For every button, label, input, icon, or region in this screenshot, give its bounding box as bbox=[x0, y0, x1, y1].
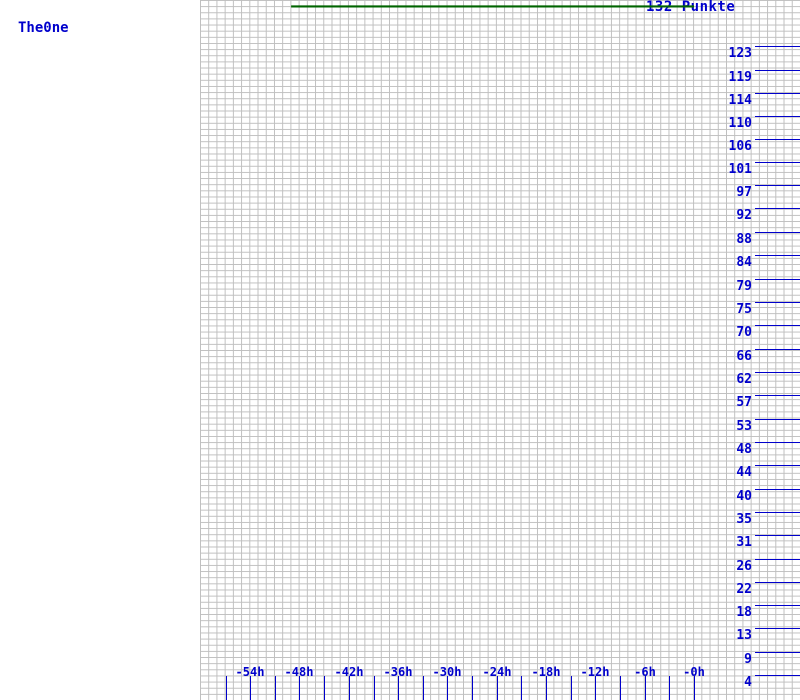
y-axis-tick-label: 26 bbox=[736, 559, 752, 574]
y-axis-tick-label: 57 bbox=[736, 395, 752, 410]
y-axis-tick-line bbox=[755, 419, 800, 420]
y-axis-tick-label: 114 bbox=[728, 93, 752, 108]
y-axis-tick-label: 88 bbox=[736, 232, 752, 247]
y-axis-tick-label: 44 bbox=[736, 465, 752, 480]
y-axis-tick-line bbox=[755, 442, 800, 443]
y-axis-tick-line bbox=[755, 512, 800, 513]
y-axis-tick-line bbox=[755, 208, 800, 209]
y-axis-tick-label: 92 bbox=[736, 208, 752, 223]
x-axis-tick-line bbox=[497, 676, 498, 700]
x-axis-tick-line bbox=[423, 676, 424, 700]
x-axis-tick-label: -18h bbox=[531, 665, 561, 679]
x-axis-tick-line bbox=[546, 676, 547, 700]
x-axis-tick-label: -24h bbox=[482, 665, 512, 679]
x-axis-tick-line bbox=[571, 676, 572, 700]
y-axis-tick-line bbox=[755, 489, 800, 490]
x-axis-tick-line bbox=[447, 676, 448, 700]
y-axis-tick-line bbox=[755, 139, 800, 140]
y-axis-tick-line bbox=[755, 582, 800, 583]
x-axis-tick-label: -36h bbox=[383, 665, 413, 679]
x-axis-tick-line bbox=[398, 676, 399, 700]
y-axis-tick-line bbox=[755, 535, 800, 536]
x-axis-tick-line bbox=[250, 676, 251, 700]
y-axis-tick-line bbox=[755, 46, 800, 47]
y-axis-tick-label: 97 bbox=[736, 185, 752, 200]
x-axis-tick-line bbox=[226, 676, 227, 700]
y-axis-tick-label: 123 bbox=[728, 46, 752, 61]
x-axis-tick-line bbox=[349, 676, 350, 700]
y-axis-tick-line bbox=[755, 559, 800, 560]
y-axis-tick-line bbox=[755, 255, 800, 256]
y-axis-tick-label: 66 bbox=[736, 349, 752, 364]
y-axis-tick-line bbox=[755, 372, 800, 373]
y-axis-tick-line bbox=[755, 93, 800, 94]
y-axis-tick-line bbox=[755, 162, 800, 163]
y-axis-tick-label: 70 bbox=[736, 325, 752, 340]
x-axis-tick-line bbox=[324, 676, 325, 700]
y-axis-tick-label: 18 bbox=[736, 605, 752, 620]
y-axis-tick-line bbox=[755, 605, 800, 606]
y-axis-tick-line bbox=[755, 395, 800, 396]
y-axis-tick-line bbox=[755, 349, 800, 350]
x-axis-tick-line bbox=[275, 676, 276, 700]
y-axis-tick-label: 62 bbox=[736, 372, 752, 387]
y-axis-tick-label: 40 bbox=[736, 489, 752, 504]
x-axis-tick-line bbox=[521, 676, 522, 700]
chart-title: 132 Punkte bbox=[646, 0, 736, 15]
y-axis-tick-label: 79 bbox=[736, 279, 752, 294]
y-axis-tick-label: 48 bbox=[736, 442, 752, 457]
y-axis-tick-line bbox=[755, 652, 800, 653]
y-axis-tick-line bbox=[755, 70, 800, 71]
y-axis-tick-label: 13 bbox=[736, 628, 752, 643]
y-axis-tick-label: 75 bbox=[736, 302, 752, 317]
y-axis-tick-label: 110 bbox=[728, 116, 752, 131]
y-axis-tick-line bbox=[755, 232, 800, 233]
x-axis-tick-line bbox=[669, 676, 670, 700]
y-axis-tick-line bbox=[755, 325, 800, 326]
x-axis-tick-line bbox=[645, 676, 646, 700]
x-axis-tick-label: -30h bbox=[432, 665, 462, 679]
x-axis-tick-line bbox=[620, 676, 621, 700]
y-axis-tick-label: 31 bbox=[736, 535, 752, 550]
y-axis-tick-line bbox=[755, 116, 800, 117]
y-axis-tick-label: 101 bbox=[728, 162, 752, 177]
y-axis-tick-label: 53 bbox=[736, 419, 752, 434]
y-axis-tick-line bbox=[755, 279, 800, 280]
y-axis-tick-label: 35 bbox=[736, 512, 752, 527]
x-axis-tick-line bbox=[472, 676, 473, 700]
x-axis-tick-label: -6h bbox=[634, 665, 656, 679]
x-axis-tick-label: -12h bbox=[580, 665, 610, 679]
x-axis-tick-line bbox=[694, 676, 695, 700]
y-axis-tick-line bbox=[755, 465, 800, 466]
y-axis-tick-line bbox=[755, 675, 800, 676]
legend-series-label: The0ne bbox=[18, 20, 69, 36]
y-axis-tick-label: 106 bbox=[728, 139, 752, 154]
y-axis-tick-label: 84 bbox=[736, 255, 752, 270]
y-axis-tick-line bbox=[755, 628, 800, 629]
x-axis-tick-label: -54h bbox=[235, 665, 265, 679]
x-axis-tick-label: -48h bbox=[284, 665, 314, 679]
x-axis-tick-label: -0h bbox=[683, 665, 705, 679]
x-axis-tick-line bbox=[595, 676, 596, 700]
x-axis-tick-label: -42h bbox=[334, 665, 364, 679]
y-axis-tick-label: 119 bbox=[728, 70, 752, 85]
y-axis-tick-line bbox=[755, 302, 800, 303]
x-axis-tick-line bbox=[374, 676, 375, 700]
y-axis-tick-line bbox=[755, 185, 800, 186]
x-axis-tick-line bbox=[299, 676, 300, 700]
y-axis-tick-label: 22 bbox=[736, 582, 752, 597]
legend-panel: The0ne bbox=[0, 0, 200, 700]
